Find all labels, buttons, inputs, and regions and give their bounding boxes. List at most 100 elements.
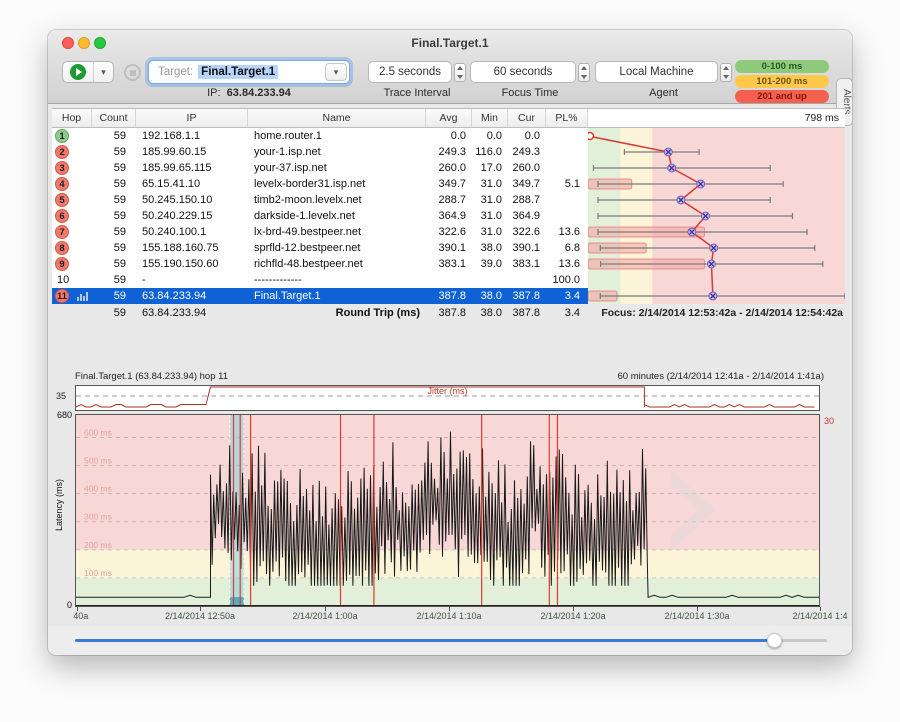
cell-name: timb2-moon.levelx.net [248,194,426,206]
hop-badge: 1 [55,129,69,143]
legend-pill-0: 0-100 ms [735,60,829,73]
start-trace-button[interactable] [63,62,94,82]
trace-interval-field[interactable]: 2.5 seconds [368,61,452,83]
cell-hop: 2 [52,145,92,159]
cell-min: 31.0 [472,226,508,238]
trace-interval-stepper[interactable] [454,63,466,82]
cell-hop: 3 [52,161,92,175]
hop-badge: 6 [55,209,69,223]
round-trip-row: 59 63.84.233.94 Round Trip (ms) 387.8 38… [52,307,588,319]
summary-band: 59 63.84.233.94 Round Trip (ms) 387.8 38… [52,304,845,321]
table-header-row: HopCountIPNameAvgMinCurPL% 798 ms [52,108,845,128]
hop-number: 10 [55,274,69,286]
time-tick-label: 2/14/2014 1:30a [664,611,729,621]
summary-min: 38.0 [472,307,508,319]
focus-time-label: Focus Time [470,87,590,99]
hop-latency-chart [588,128,845,303]
hop-rows: 159192.168.1.1home.router.10.00.00.02591… [52,128,588,303]
cell-min: 17.0 [472,162,508,174]
cell-avg: 0.0 [426,130,472,142]
stop-trace-button[interactable] [124,64,141,81]
trace-options-dropdown[interactable]: ▾ [94,62,113,82]
cell-ip: 50.240.229.15 [136,210,248,222]
timeline-graph-icon[interactable] [77,292,88,301]
column-header-name[interactable]: Name [248,109,426,127]
hop-badge: 2 [55,145,69,159]
cell-ip: - [136,274,248,286]
table-row-hop-4[interactable]: 45965.15.41.10levelx-border31.isp.net349… [52,176,588,192]
title-bar[interactable]: Final.Target.1 [48,30,852,56]
cell-count: 59 [92,290,136,302]
stop-icon [130,70,136,76]
column-header-hop[interactable]: Hop [52,109,92,127]
target-dropdown-icon[interactable]: ▾ [325,63,347,81]
time-axis: 40a2/14/2014 12:50a2/14/2014 1:00a2/14/2… [75,607,824,623]
cell-ip: 185.99.65.115 [136,162,248,174]
target-combobox[interactable]: Target: Final.Target.1 ▾ [148,60,350,84]
cell-avg: 383.1 [426,258,472,270]
cell-avg: 322.6 [426,226,472,238]
cell-count: 59 [92,258,136,270]
cell-avg: 260.0 [426,162,472,174]
cell-ip: 50.245.150.10 [136,194,248,206]
target-value[interactable]: Final.Target.1 [198,65,278,79]
agent-field[interactable]: Local Machine [595,61,718,83]
cell-name: ------------- [248,274,426,286]
table-row-hop-3[interactable]: 359185.99.65.115your-37.isp.net260.017.0… [52,160,588,176]
cell-name: your-1.isp.net [248,146,426,158]
timeline-target-label: Final.Target.1 (63.84.233.94) hop 11 [75,371,228,382]
cell-cur: 383.1 [508,258,546,270]
cell-avg: 288.7 [426,194,472,206]
focus-time-field[interactable]: 60 seconds [470,61,576,83]
timeline-scrollbar[interactable] [75,639,827,642]
jitter-graph: Jitter (ms) [75,385,820,411]
column-header-count[interactable]: Count [92,109,136,127]
summary-avg: 387.8 [426,307,472,319]
cell-cur: 0.0 [508,130,546,142]
focus-time-stepper[interactable] [578,63,590,82]
hop-badge: 5 [55,193,69,207]
table-row-hop-5[interactable]: 55950.245.150.10timb2-moon.levelx.net288… [52,192,588,208]
timeline-scrollbar-thumb[interactable] [767,633,782,648]
cell-avg: 249.3 [426,146,472,158]
column-header-min[interactable]: Min [472,109,508,127]
column-header-cur[interactable]: Cur [508,109,546,127]
cell-name: Final.Target.1 [248,290,426,302]
target-label: Target: [158,66,193,78]
column-header-avg[interactable]: Avg [426,109,472,127]
table-row-hop-9[interactable]: 959155.190.150.60richfld-48.bestpeer.net… [52,256,588,272]
cell-count: 59 [92,162,136,174]
summary-ip: 63.84.233.94 [136,307,248,319]
table-row-hop-1[interactable]: 159192.168.1.1home.router.10.00.00.0 [52,128,588,144]
time-tick-label: 2/14/2014 1:00a [292,611,357,621]
table-row-hop-7[interactable]: 75950.240.100.1lx-brd-49.bestpeer.net322… [52,224,588,240]
cell-cur: 249.3 [508,146,546,158]
time-tick-label: 2/14/2014 1:20a [540,611,605,621]
table-row-hop-10[interactable]: 1059--------------100.0 [52,272,588,288]
table-row-hop-6[interactable]: 65950.240.229.15darkside-1.levelx.net364… [52,208,588,224]
column-header-ip[interactable]: IP [136,109,248,127]
column-header-pl[interactable]: PL% [546,109,588,127]
hop-badge: 8 [55,241,69,255]
cell-name: home.router.1 [248,130,426,142]
cell-name: sprfld-12.bestpeer.net [248,242,426,254]
cell-min: 31.0 [472,210,508,222]
cell-hop: 10 [52,274,92,286]
hop-badge: 7 [55,225,69,239]
gridline-label: 600 ms [84,427,112,437]
ip-value: 63.84.233.94 [227,87,291,99]
summary-count: 59 [92,307,136,319]
table-row-hop-2[interactable]: 259185.99.60.15your-1.isp.net249.3116.02… [52,144,588,160]
agent-stepper[interactable] [720,63,732,82]
cell-pl: 5.1 [546,178,588,190]
table-row-hop-11[interactable]: 115963.84.233.94Final.Target.1387.838.03… [52,288,588,304]
latency-timeline-graph[interactable]: 600 ms500 ms400 ms300 ms200 ms100 ms [75,414,820,607]
cell-hop: 11 [52,289,92,303]
cell-ip: 63.84.233.94 [136,290,248,302]
jitter-axis-max: 35 [56,391,66,401]
window-title: Final.Target.1 [48,36,852,50]
table-row-hop-8[interactable]: 859155.188.160.75sprfld-12.bestpeer.net3… [52,240,588,256]
latency-axis-max: 680 [48,410,72,420]
packet-loss-axis-max: 30 [824,416,834,426]
latency-legend: 0-100 ms101-200 ms201 and up [735,60,829,105]
